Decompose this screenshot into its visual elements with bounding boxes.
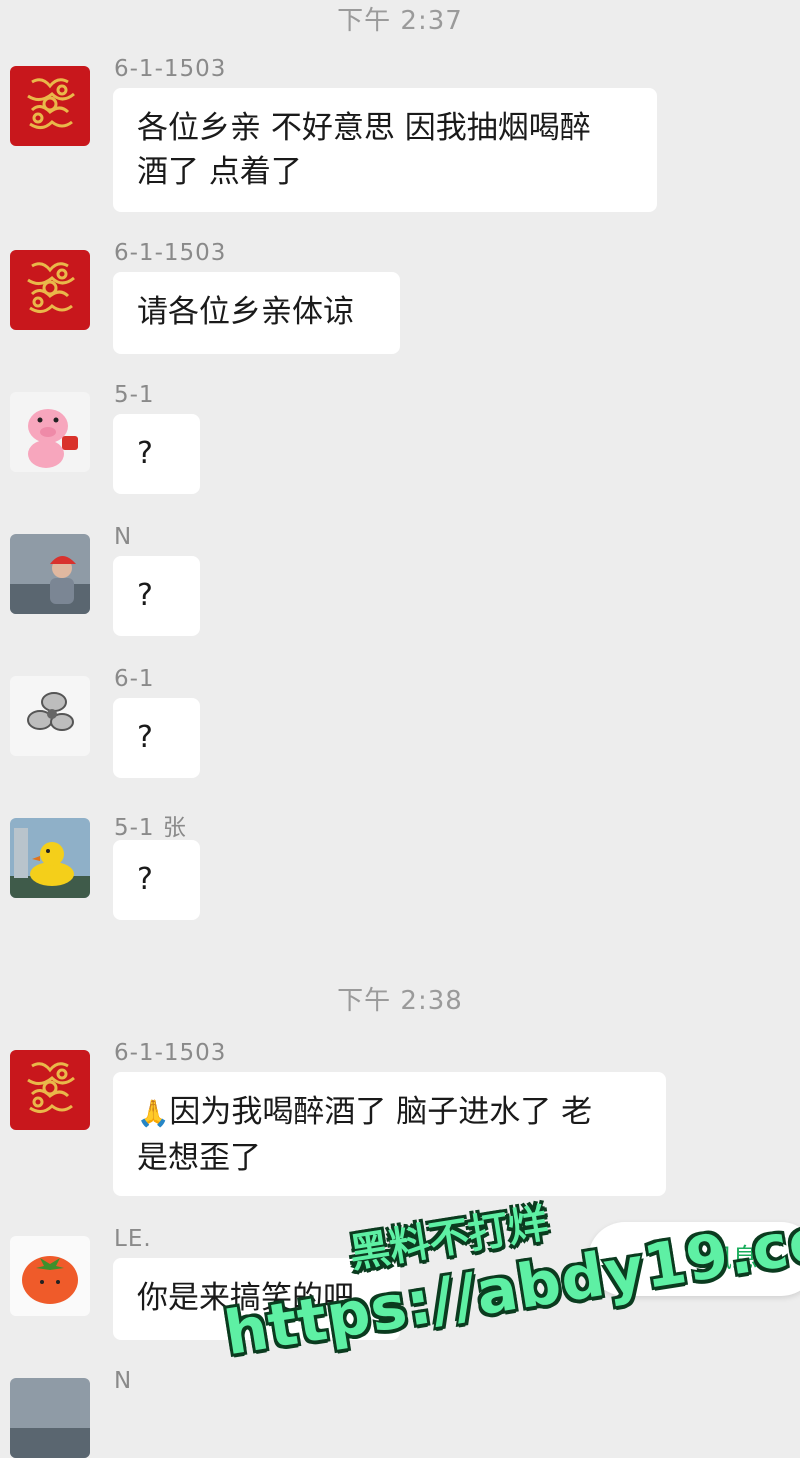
person-red-cap-avatar[interactable] [10, 534, 90, 614]
message-bubble[interactable]: 各位乡亲 不好意思 因我抽烟喝醉 酒了 点着了 [113, 88, 657, 212]
pink-pig-avatar[interactable] [10, 392, 90, 472]
message-bubble[interactable]: ? [113, 556, 200, 636]
sender-name: N [114, 524, 133, 550]
praying-hands-icon: 🙏 [137, 1099, 170, 1129]
sender-name: 5-1 [114, 382, 155, 408]
red-pattern-avatar[interactable] [10, 250, 90, 330]
sender-name: 6-1-1503 [114, 1040, 227, 1066]
sender-name: 6-1-1503 [114, 56, 227, 82]
person-red-cap-avatar[interactable] [10, 1378, 90, 1458]
sender-name: N [114, 1368, 133, 1394]
message-text: ? [137, 720, 153, 755]
message-text: ? [137, 578, 153, 613]
sender-name: 6-1-1503 [114, 240, 227, 266]
message-bubble[interactable]: ? [113, 840, 200, 920]
message-bubble[interactable]: ? [113, 698, 200, 778]
sender-name: 6-1 [114, 666, 155, 692]
tomato-avatar[interactable] [10, 1236, 90, 1316]
message-text: ? [137, 436, 153, 471]
timestamp-2: 下午 2:38 [337, 986, 463, 1016]
sender-name: LE. [114, 1226, 152, 1252]
message-text-line: 是想歪了 [137, 1140, 261, 1176]
message-bubble[interactable]: 🙏因为我喝醉酒了 脑子进水了 老 是想歪了 [113, 1072, 666, 1196]
red-pattern-avatar[interactable] [10, 66, 90, 146]
message-text: ? [137, 862, 153, 897]
message-text-line: 酒了 点着了 [137, 154, 302, 190]
grey-flower-avatar[interactable] [10, 676, 90, 756]
red-pattern-avatar[interactable] [10, 1050, 90, 1130]
message-text-line: 请各位乡亲体谅 [137, 294, 354, 330]
message-bubble[interactable]: 请各位乡亲体谅 [113, 272, 400, 354]
message-text-line: 各位乡亲 不好意思 因我抽烟喝醉 [137, 110, 591, 146]
message-bubble[interactable]: ? [113, 414, 200, 494]
yellow-duck-avatar[interactable] [10, 818, 90, 898]
timestamp-1: 下午 2:37 [337, 6, 463, 36]
sender-name: 5-1 张 [114, 815, 187, 841]
message-text-line: 因为我喝醉酒了 脑子进水了 老 [169, 1094, 593, 1130]
